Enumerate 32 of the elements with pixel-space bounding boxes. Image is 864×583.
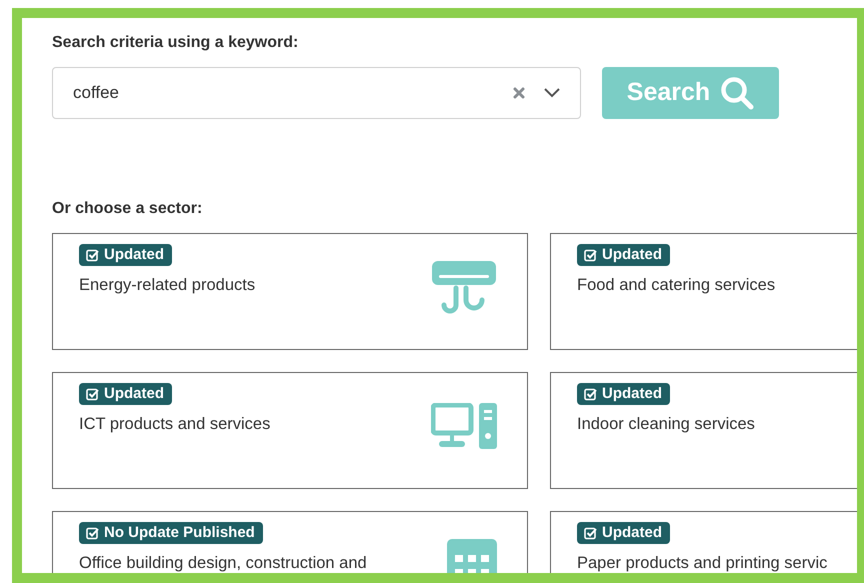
chevron-down-icon[interactable]	[544, 88, 560, 98]
sector-name: Indoor cleaning services	[577, 414, 755, 434]
status-badge: Updated	[577, 522, 670, 544]
sector-name: Food and catering services	[577, 276, 776, 294]
building-icon	[447, 539, 497, 573]
checkbox-icon	[86, 388, 99, 401]
sector-card[interactable]: Updated Energy-related products	[52, 233, 528, 350]
sector-card[interactable]: Updated ICT products and services	[52, 372, 528, 490]
sector-card[interactable]: Updated Paper products and printing servic	[550, 511, 857, 573]
sector-name: Office building design, construction and	[79, 554, 367, 572]
sector-name: Energy-related products	[79, 276, 256, 294]
status-badge: Updated	[577, 244, 670, 266]
status-badge: No Update Published	[79, 522, 263, 544]
search-icon	[720, 76, 754, 110]
keyword-field[interactable]: coffee	[52, 67, 581, 120]
checkbox-icon	[86, 526, 99, 540]
sector-heading: Or choose a sector:	[52, 199, 204, 218]
sector-card[interactable]: Updated Food and catering services	[550, 233, 857, 350]
sector-name: Paper products and printing servic	[577, 554, 828, 572]
checkbox-icon	[584, 526, 597, 540]
checkbox-icon	[584, 388, 597, 401]
sector-name: ICT products and services	[79, 414, 270, 434]
checkbox-icon	[584, 248, 597, 262]
search-label: Search criteria using a keyword:	[52, 33, 300, 52]
sector-card[interactable]: Updated Indoor cleaning services	[550, 372, 857, 490]
status-badge: Updated	[79, 244, 172, 266]
checkbox-icon	[86, 248, 99, 262]
status-badge: Updated	[79, 383, 172, 406]
clear-icon[interactable]	[513, 87, 525, 100]
computer-icon	[431, 403, 497, 450]
status-badge: Updated	[577, 383, 670, 406]
sector-card[interactable]: No Update Published Office building design, construction and	[52, 511, 528, 573]
